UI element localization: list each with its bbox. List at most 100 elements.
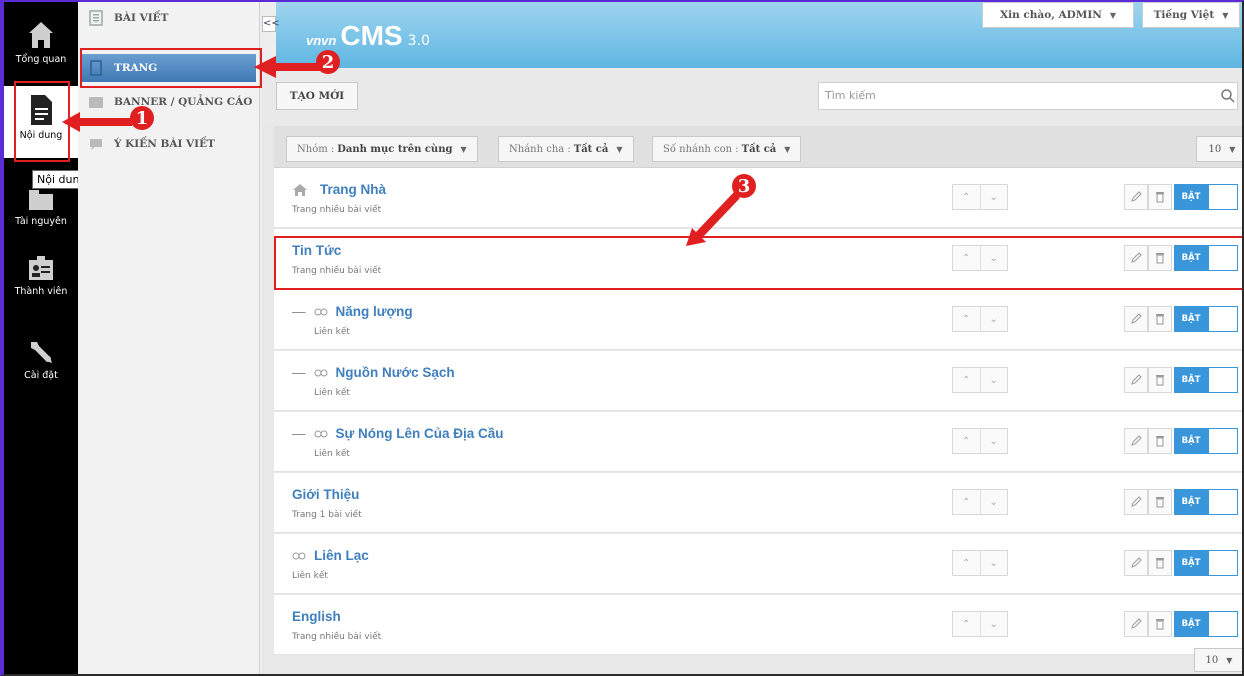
- status-toggle[interactable]: BẬT: [1174, 550, 1208, 576]
- delete-button[interactable]: [1148, 367, 1172, 393]
- page-size-select[interactable]: 10 ▼: [1196, 136, 1242, 162]
- wrench-icon: [31, 342, 52, 363]
- row-subtitle: Liên kết: [314, 327, 350, 337]
- status-toggle-track[interactable]: [1208, 184, 1238, 210]
- highlight-box-row: [274, 236, 1242, 290]
- move-up-button[interactable]: ⌃: [953, 490, 980, 514]
- nav-item-members[interactable]: Thành viên: [4, 246, 78, 318]
- submenu-item-articles[interactable]: BÀI VIẾT: [82, 4, 256, 32]
- move-down-button[interactable]: ⌄: [979, 307, 1008, 331]
- row-title[interactable]: Liên Lạc: [292, 548, 369, 563]
- row-title[interactable]: — Năng lượng: [292, 304, 413, 319]
- move-up-button[interactable]: ⌃: [953, 551, 980, 575]
- edit-button[interactable]: [1124, 428, 1148, 454]
- table-row[interactable]: — Nguồn Nước Sạch Liên kết ⌃ ⌄ BẬT: [274, 351, 1242, 411]
- link-icon: [292, 552, 306, 559]
- delete-button[interactable]: [1148, 611, 1172, 637]
- chevron-down-icon: ▼: [616, 144, 623, 154]
- user-menu[interactable]: Xin chào, ADMIN ▼: [982, 2, 1134, 28]
- status-toggle[interactable]: BẬT: [1174, 489, 1208, 515]
- move-down-button[interactable]: ⌄: [979, 551, 1008, 575]
- row-title-text: Trang Nhà: [320, 182, 387, 197]
- parent-filter-label: Nhánh cha :: [509, 143, 571, 155]
- indent-dash: —: [292, 426, 306, 441]
- status-toggle-track[interactable]: [1208, 611, 1238, 637]
- search-icon[interactable]: [1220, 88, 1236, 104]
- parent-filter-value: Tất cả: [573, 143, 609, 155]
- status-toggle[interactable]: BẬT: [1174, 184, 1208, 210]
- group-filter[interactable]: Nhóm : Danh mục trên cùng ▼: [286, 136, 478, 162]
- order-buttons: ⌃ ⌄: [952, 611, 1008, 637]
- edit-button[interactable]: [1124, 489, 1148, 515]
- indent-dash: —: [292, 304, 306, 319]
- edit-button[interactable]: [1124, 550, 1148, 576]
- delete-button[interactable]: [1148, 184, 1172, 210]
- move-up-button[interactable]: ⌃: [953, 612, 980, 636]
- create-new-button[interactable]: TẠO MỚI: [276, 82, 358, 110]
- status-toggle[interactable]: BẬT: [1174, 611, 1208, 637]
- move-down-button[interactable]: ⌄: [979, 490, 1008, 514]
- step-number-3: 3: [732, 174, 756, 198]
- highlight-box-content: [14, 81, 70, 162]
- children-filter[interactable]: Số nhánh con : Tất cả ▼: [652, 136, 802, 162]
- submenu-item-comments[interactable]: Ý KIẾN BÀI VIẾT: [82, 130, 256, 158]
- row-title[interactable]: English: [292, 609, 341, 624]
- move-up-button[interactable]: ⌃: [953, 185, 980, 209]
- delete-button[interactable]: [1148, 306, 1172, 332]
- logo-main-text: CMS: [340, 20, 403, 51]
- submenu-item-banner[interactable]: BANNER / QUẢNG CÁO: [82, 88, 256, 116]
- move-down-button[interactable]: ⌄: [979, 185, 1008, 209]
- row-title[interactable]: Trang Nhà: [292, 182, 386, 197]
- table-row[interactable]: English Trang nhiều bài viết ⌃ ⌄ BẬT: [274, 595, 1242, 655]
- parent-filter[interactable]: Nhánh cha : Tất cả ▼: [498, 136, 634, 162]
- status-toggle-track[interactable]: [1208, 306, 1238, 332]
- edit-button[interactable]: [1124, 306, 1148, 332]
- edit-button[interactable]: [1124, 367, 1148, 393]
- edit-button[interactable]: [1124, 611, 1148, 637]
- table-row[interactable]: Liên Lạc Liên kết ⌃ ⌄ BẬT: [274, 534, 1242, 594]
- collapse-sidebar-button[interactable]: <<: [262, 16, 280, 32]
- status-toggle-track[interactable]: [1208, 550, 1238, 576]
- move-down-button[interactable]: ⌄: [979, 368, 1008, 392]
- nav-item-settings[interactable]: Cài đặt: [4, 328, 78, 400]
- row-title[interactable]: — Nguồn Nước Sạch: [292, 365, 455, 380]
- chevron-down-icon: ▼: [1229, 144, 1236, 154]
- row-actions: BẬT: [1124, 367, 1242, 393]
- move-up-button[interactable]: ⌃: [953, 368, 980, 392]
- status-toggle[interactable]: BẬT: [1174, 428, 1208, 454]
- table-row[interactable]: — Năng lượng Liên kết ⌃ ⌄ BẬT: [274, 290, 1242, 350]
- chevron-down-icon: ▼: [1222, 10, 1229, 20]
- search-input[interactable]: Tìm kiếm: [818, 82, 1238, 110]
- row-title-text: Năng lượng: [335, 304, 413, 319]
- nav-label-overview: Tổng quan: [15, 54, 67, 65]
- pencil-icon: [1131, 313, 1142, 324]
- row-actions: BẬT: [1124, 184, 1242, 210]
- status-toggle-track[interactable]: [1208, 367, 1238, 393]
- move-down-button[interactable]: ⌄: [979, 429, 1008, 453]
- edit-button[interactable]: [1124, 184, 1148, 210]
- delete-button[interactable]: [1148, 489, 1172, 515]
- row-title[interactable]: — Sự Nóng Lên Của Địa Cầu: [292, 426, 504, 441]
- status-toggle[interactable]: BẬT: [1174, 367, 1208, 393]
- table-row[interactable]: Trang Nhà Trang nhiều bài viết ⌃ ⌄ BẬT: [274, 168, 1242, 228]
- delete-button[interactable]: [1148, 550, 1172, 576]
- move-up-button[interactable]: ⌃: [953, 307, 980, 331]
- order-buttons: ⌃ ⌄: [952, 550, 1008, 576]
- move-down-button[interactable]: ⌄: [979, 612, 1008, 636]
- pages-list-panel: Nhóm : Danh mục trên cùng ▼ Nhánh cha : Tất…: [262, 126, 1242, 674]
- status-toggle-track[interactable]: [1208, 489, 1238, 515]
- footer-page-size-select[interactable]: 10 ▼: [1194, 648, 1242, 672]
- table-row[interactable]: — Sự Nóng Lên Của Địa Cầu Liên kết ⌃ ⌄ BẬ…: [274, 412, 1242, 472]
- nav-item-overview[interactable]: Tổng quan: [4, 12, 78, 84]
- status-toggle-track[interactable]: [1208, 428, 1238, 454]
- row-actions: BẬT: [1124, 611, 1242, 637]
- row-title[interactable]: Giới Thiệu: [292, 487, 359, 502]
- status-toggle[interactable]: BẬT: [1174, 306, 1208, 332]
- table-row[interactable]: Giới Thiệu Trang 1 bài viết ⌃ ⌄ BẬT: [274, 473, 1242, 533]
- group-filter-label: Nhóm :: [297, 143, 335, 155]
- row-title-text: Nguồn Nước Sạch: [335, 365, 455, 380]
- language-selector[interactable]: Tiếng Việt ▼: [1142, 2, 1240, 28]
- comment-icon: [90, 139, 102, 150]
- move-up-button[interactable]: ⌃: [953, 429, 980, 453]
- delete-button[interactable]: [1148, 428, 1172, 454]
